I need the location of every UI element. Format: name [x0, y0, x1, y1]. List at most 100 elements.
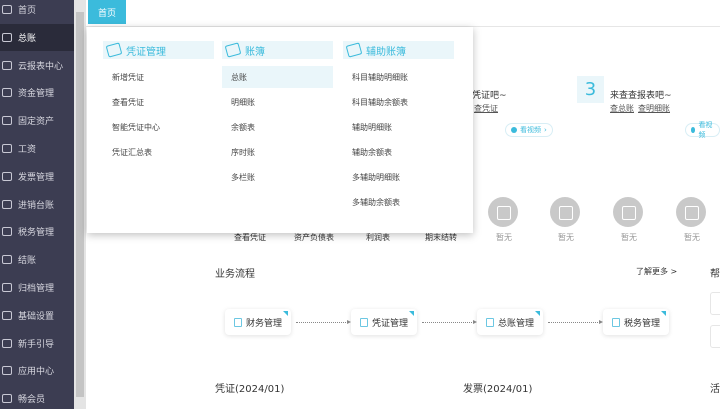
empty-label: 暂无 [621, 233, 637, 242]
sidebar-item-label: 总账 [18, 33, 37, 44]
sidebar-item-5[interactable]: 工资 [0, 135, 74, 162]
sidebar-item-13[interactable]: 应用中心 [0, 357, 74, 384]
sidebar-item-3[interactable]: 资金管理 [0, 79, 74, 106]
sidebar-item-label: 云报表中心 [18, 61, 64, 72]
menu-item[interactable]: 余额表 [222, 116, 333, 138]
sidebar-item-label: 畅会员 [18, 395, 46, 406]
menu-header-label: 辅助账簿 [366, 46, 406, 58]
sidebar-item-4[interactable]: 固定资产 [0, 107, 74, 134]
menu-item[interactable]: 明细账 [222, 91, 333, 113]
watch-video-button-2[interactable]: 看视频 [685, 121, 720, 139]
menu-item[interactable]: 多辅助明细账 [343, 166, 454, 188]
scrollbar-thumb[interactable] [76, 12, 84, 397]
sidebar-item-8[interactable]: 税务管理 [0, 218, 74, 245]
sidebar-item-label: 资金管理 [18, 89, 55, 100]
empty-placeholder-icon [676, 197, 706, 227]
view-voucher-link[interactable]: 查凭证 [474, 103, 498, 114]
help-card[interactable] [710, 325, 720, 348]
menu-item[interactable]: 科目辅助明细账 [343, 66, 454, 88]
view-general-ledger-link[interactable]: 查总账 [610, 103, 634, 114]
empty-label: 暂无 [496, 233, 512, 242]
sidebar-item-1[interactable]: 总账 [0, 23, 74, 51]
flow-node-label: 总账管理 [497, 318, 534, 329]
learn-more-link[interactable]: 了解更多 > [636, 266, 677, 277]
sidebar-item-label: 工资 [18, 145, 37, 155]
menu-item[interactable]: 查看凭证 [103, 91, 214, 113]
sidebar-item-label: 税务管理 [18, 228, 55, 239]
archive-icon [2, 283, 12, 292]
book-icon [224, 42, 242, 58]
menu-item[interactable]: 辅助明细账 [343, 116, 454, 138]
step3-text: 来查查报表吧~ [610, 91, 672, 101]
shortcut-income-statement[interactable]: 利润表 [366, 232, 390, 243]
video-label: 看视频 [520, 126, 541, 134]
flow-node-finance[interactable]: 财务管理 [225, 309, 291, 335]
sidebar-item-6[interactable]: 发票管理 [0, 163, 74, 190]
shortcut-balance-sheet[interactable]: 资产负债表 [294, 232, 334, 243]
view-detail-ledger-link[interactable]: 查明细账 [638, 103, 670, 114]
guide-icon [2, 338, 12, 348]
chart-icon [2, 60, 12, 70]
help-card[interactable] [710, 292, 720, 315]
sidebar-item-label: 归档管理 [18, 284, 55, 294]
sidebar-item-0[interactable]: 首页 [0, 0, 74, 23]
flow-node-voucher[interactable]: 凭证管理 [351, 309, 417, 335]
menu-item[interactable]: 智能凭证中心 [103, 116, 214, 138]
flow-arrow [548, 320, 603, 324]
sidebar-item-label: 进销台账 [18, 200, 55, 211]
ledger-icon [2, 32, 12, 42]
empty-placeholder-icon [550, 197, 580, 227]
voucher-icon [359, 317, 368, 327]
sidebar-item-14[interactable]: 畅会员 [0, 385, 74, 412]
flow-node-label: 财务管理 [245, 318, 282, 329]
process-title: 业务流程 [215, 269, 255, 280]
sidebar-item-9[interactable]: 结账 [0, 246, 74, 273]
menu-item[interactable]: 多栏账 [222, 166, 333, 188]
menu-item[interactable]: 凭证汇总表 [103, 141, 214, 163]
flow-arrow [296, 320, 351, 324]
menu-item[interactable]: 多辅助余额表 [343, 191, 454, 213]
step3-number: 3 [577, 76, 604, 103]
close-books-icon [2, 255, 12, 265]
shortcut-view-voucher[interactable]: 查看凭证 [234, 232, 266, 243]
empty-placeholder-icon [613, 197, 643, 227]
menu-header-aux-books: 辅助账簿 [343, 41, 454, 59]
sidebar-item-7[interactable]: 进销台账 [0, 191, 74, 218]
tab-home[interactable]: 首页 [88, 0, 126, 24]
sidebar-item-label: 结账 [18, 256, 37, 267]
menu-item[interactable]: 总账 [222, 66, 333, 88]
tax-icon [611, 317, 620, 327]
inventory-icon [2, 199, 12, 209]
menu-header-voucher: 凭证管理 [103, 41, 214, 59]
apps-icon [2, 366, 12, 376]
menu-item[interactable]: 辅助余额表 [343, 141, 454, 163]
vip-icon [2, 394, 12, 404]
sidebar-item-10[interactable]: 归档管理 [0, 274, 74, 301]
stack-icon [345, 42, 363, 58]
sidebar-item-label: 基础设置 [18, 311, 55, 322]
invoice-section-title: 发票(2024/01) [463, 384, 533, 395]
sidebar-item-label: 固定资产 [18, 117, 55, 128]
sidebar-item-2[interactable]: 云报表中心 [0, 52, 74, 79]
ledger-dropdown-menu: 凭证管理 账簿 辅助账簿 新增凭证 查看凭证 智能凭证中心 凭证汇总表 总账 明细账 余额表… [87, 27, 473, 233]
wallet-icon [2, 88, 12, 98]
video-label: 看视频 [698, 121, 713, 139]
menu-item[interactable]: 新增凭证 [103, 66, 214, 88]
empty-label: 暂无 [684, 233, 700, 242]
flow-node-tax[interactable]: 税务管理 [603, 309, 669, 335]
sidebar-item-11[interactable]: 基础设置 [0, 302, 74, 329]
watch-video-button[interactable]: 看视频 › [505, 123, 553, 137]
ledger-icon [485, 317, 494, 327]
tax-icon [2, 227, 12, 237]
menu-item[interactable]: 科目辅助余额表 [343, 91, 454, 113]
shortcut-period-end[interactable]: 期末结转 [425, 232, 457, 243]
voucher-icon [105, 42, 123, 58]
flow-node-ledger[interactable]: 总账管理 [477, 309, 543, 335]
play-icon [511, 127, 517, 133]
sidebar-item-12[interactable]: 新手引导 [0, 330, 74, 357]
gear-icon [2, 310, 12, 320]
voucher-section-title: 凭证(2024/01) [215, 384, 285, 395]
flow-node-label: 税务管理 [623, 318, 660, 329]
top-tab-bar [86, 0, 720, 27]
menu-item[interactable]: 序时账 [222, 141, 333, 163]
